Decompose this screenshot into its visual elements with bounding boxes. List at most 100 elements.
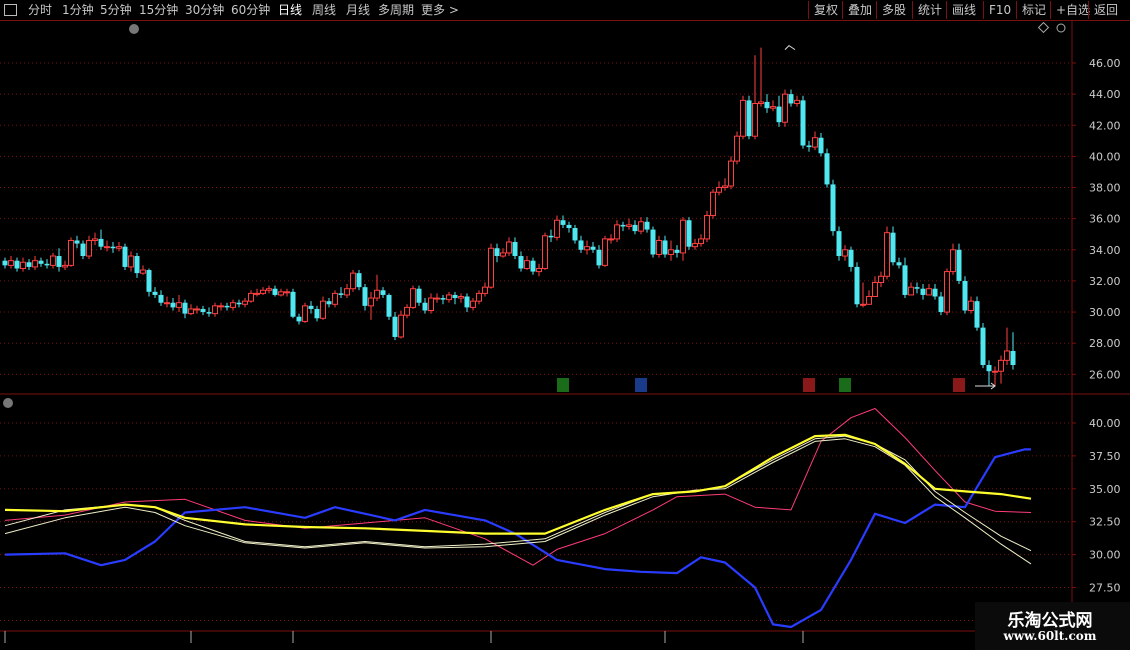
candle-body [740,99,746,137]
candle-body [416,288,422,303]
event-marker-bg[interactable] [557,378,569,392]
candle-body [950,249,956,273]
candle-body [596,249,602,266]
toolbar-overlay-button[interactable]: 叠加 [842,1,877,19]
event-marker-bg[interactable] [635,378,647,392]
toolbar-draw-line-button[interactable]: 画线 [946,1,981,19]
candle-body [614,224,620,240]
candle-body [734,135,740,162]
candle-body [380,290,386,295]
candle-body [374,289,380,299]
candle-body [548,235,554,238]
candle-body [494,248,500,257]
candle-body [698,238,704,245]
toolbar-weekly-button[interactable]: 周线 [312,1,336,19]
candle-body [968,300,974,312]
toolbar-5min-button[interactable]: 5分钟 [100,1,132,19]
candle-body [536,267,542,273]
indicator-line-tdxstep179 [4,433,1032,535]
candle-body [50,255,56,266]
indicator-tick-label: 35.00 [1089,483,1121,496]
candle-body [872,281,878,297]
candle-body [956,249,962,281]
toolbar-multi-stock-button[interactable]: 多股 [876,1,911,19]
toolbar-stats-button[interactable]: 统计 [912,1,947,19]
candle-body [542,235,548,269]
candle-body [338,293,344,295]
candle-body [140,269,146,274]
toolbar-mark-button[interactable]: 标记 [1016,1,1051,19]
candle-body [2,260,8,266]
event-marker-bg[interactable] [839,378,851,392]
indicator-dropdown-icon[interactable] [3,398,13,408]
candle-body [230,302,236,308]
candle-body [938,296,944,313]
candle-body [506,241,512,254]
candle-body [692,243,698,248]
candle-body [620,224,626,227]
candle-body [866,295,872,305]
candle-body [524,260,530,269]
candle-body [260,289,266,294]
toolbar-back-button[interactable]: 返回 [1088,1,1123,19]
candle-body [476,292,482,302]
candle-body [518,256,524,269]
candle-body [482,286,488,294]
candle-body [932,288,938,297]
toolbar-15min-button[interactable]: 15分钟 [139,1,178,19]
candle-body [296,316,302,322]
price-tick-label: 44.00 [1089,88,1121,101]
indicator-line-tdxstep178 [4,438,1032,565]
indicator-line-多空 [4,408,1032,566]
toolbar-monthly-button[interactable]: 月线 [346,1,370,19]
price-tick-label: 40.00 [1089,150,1121,163]
price-tick-label: 46.00 [1089,57,1121,70]
candle-body [176,302,182,308]
candle-body [782,93,788,123]
candle-body [644,221,650,230]
toolbar-fuquan-button[interactable]: 复权 [808,1,843,19]
candle-body [890,232,896,263]
candle-body [896,262,902,266]
candle-body [326,301,332,305]
candle-body [668,249,674,255]
candle-body [158,294,164,303]
candle-body [26,262,32,267]
toolbar-30min-button[interactable]: 30分钟 [185,1,224,19]
candle-body [470,300,476,308]
diamond-icon[interactable] [1037,21,1050,34]
toolbar-f10-button[interactable]: F10 [983,1,1016,19]
candle-body [200,308,206,313]
candle-body [350,272,356,290]
candle-body [746,100,752,137]
candle-body [362,287,368,306]
candle-body [578,240,584,250]
candle-body [332,292,338,305]
indicator-tick-label: 30.00 [1089,549,1121,562]
menu-icon[interactable] [4,4,17,16]
settings-icon[interactable] [1056,23,1066,33]
candle-body [356,273,362,288]
toolbar-1min-button[interactable]: 1分钟 [62,1,94,19]
title-dropdown-icon[interactable] [129,24,139,34]
candle-body [344,288,350,296]
toolbar-more-button[interactable]: 更多 > [421,1,459,19]
candle-body [800,100,806,146]
candle-body [986,364,992,372]
candle-body [290,291,296,317]
toolbar-60min-button[interactable]: 60分钟 [231,1,270,19]
event-marker-bg[interactable] [953,378,965,392]
toolbar-multi-period-button[interactable]: 多周期 [378,1,414,19]
toolbar-fenshi-button[interactable]: 分时 [28,1,52,19]
price-tick-label: 34.00 [1089,244,1121,257]
candle-body [254,292,260,295]
candle-body [584,246,590,251]
candle-body [122,246,128,267]
candle-body [686,220,692,247]
event-marker-bg[interactable] [803,378,815,392]
candle-body [44,263,50,266]
candle-body [56,256,62,267]
toolbar-daily-button[interactable]: 日线 [278,1,302,19]
candle-body [98,238,104,247]
candle-body [452,294,458,299]
